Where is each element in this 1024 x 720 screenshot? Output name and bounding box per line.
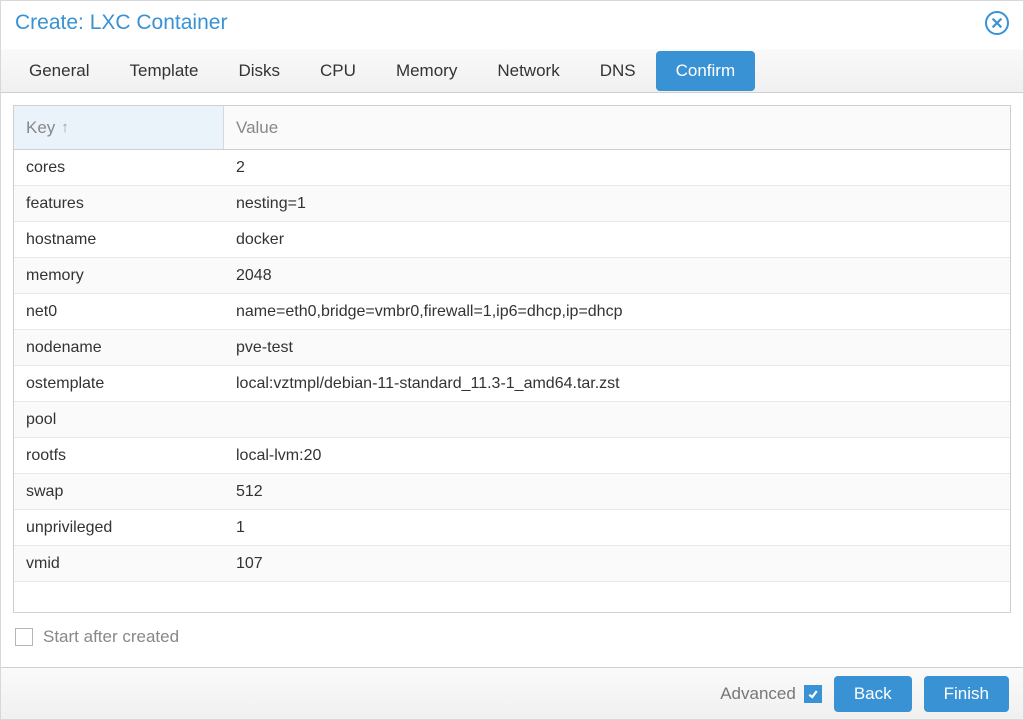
- table-row[interactable]: ostemplatelocal:vztmpl/debian-11-standar…: [14, 366, 1010, 402]
- cell-value: pve-test: [224, 330, 1010, 365]
- table-body: cores2featuresnesting=1hostnamedockermem…: [14, 150, 1010, 612]
- table-row[interactable]: vmid107: [14, 546, 1010, 582]
- cell-value: 107: [224, 546, 1010, 581]
- table-row-empty: [14, 582, 1010, 606]
- create-lxc-window: Create: LXC Container GeneralTemplateDis…: [0, 0, 1024, 720]
- table-header: Key ↑ Value: [14, 106, 1010, 150]
- confirm-panel: Key ↑ Value cores2featuresnesting=1hostn…: [1, 93, 1023, 667]
- cell-key: features: [14, 186, 224, 221]
- cell-value: 2048: [224, 258, 1010, 293]
- wizard-footer: Advanced Back Finish: [1, 667, 1023, 719]
- start-after-label: Start after created: [43, 627, 179, 647]
- tab-memory[interactable]: Memory: [376, 51, 477, 91]
- tab-network[interactable]: Network: [477, 51, 579, 91]
- titlebar: Create: LXC Container: [1, 1, 1023, 49]
- cell-key: pool: [14, 402, 224, 437]
- summary-table: Key ↑ Value cores2featuresnesting=1hostn…: [13, 105, 1011, 613]
- table-row[interactable]: featuresnesting=1: [14, 186, 1010, 222]
- cell-key: rootfs: [14, 438, 224, 473]
- advanced-checkbox[interactable]: [804, 685, 822, 703]
- tab-template[interactable]: Template: [109, 51, 218, 91]
- cell-value: 2: [224, 150, 1010, 185]
- table-row[interactable]: rootfslocal-lvm:20: [14, 438, 1010, 474]
- start-after-row: Start after created: [13, 613, 1011, 655]
- tab-disks[interactable]: Disks: [218, 51, 300, 91]
- advanced-toggle[interactable]: Advanced: [720, 684, 822, 704]
- table-row[interactable]: swap512: [14, 474, 1010, 510]
- cell-value: 1: [224, 510, 1010, 545]
- table-row[interactable]: hostnamedocker: [14, 222, 1010, 258]
- back-button[interactable]: Back: [834, 676, 912, 712]
- table-row[interactable]: nodenamepve-test: [14, 330, 1010, 366]
- column-header-key[interactable]: Key ↑: [14, 106, 224, 149]
- cell-key: hostname: [14, 222, 224, 257]
- cell-key: vmid: [14, 546, 224, 581]
- cell-value: local-lvm:20: [224, 438, 1010, 473]
- column-header-key-label: Key: [26, 118, 55, 138]
- column-header-value[interactable]: Value: [224, 106, 1010, 149]
- sort-asc-icon: ↑: [61, 119, 69, 136]
- cell-value: 512: [224, 474, 1010, 509]
- window-title: Create: LXC Container: [15, 11, 227, 35]
- cell-key: unprivileged: [14, 510, 224, 545]
- cell-key: net0: [14, 294, 224, 329]
- cell-key: swap: [14, 474, 224, 509]
- tab-cpu[interactable]: CPU: [300, 51, 376, 91]
- tab-general[interactable]: General: [9, 51, 109, 91]
- table-row[interactable]: net0name=eth0,bridge=vmbr0,firewall=1,ip…: [14, 294, 1010, 330]
- close-icon[interactable]: [985, 11, 1009, 35]
- table-row[interactable]: unprivileged1: [14, 510, 1010, 546]
- table-row[interactable]: pool: [14, 402, 1010, 438]
- cell-value: nesting=1: [224, 186, 1010, 221]
- start-after-checkbox[interactable]: [15, 628, 33, 646]
- cell-value: [224, 402, 1010, 437]
- tab-dns[interactable]: DNS: [580, 51, 656, 91]
- cell-key: nodename: [14, 330, 224, 365]
- cell-value: docker: [224, 222, 1010, 257]
- tab-confirm[interactable]: Confirm: [656, 51, 756, 91]
- cell-value: name=eth0,bridge=vmbr0,firewall=1,ip6=dh…: [224, 294, 1010, 329]
- table-row[interactable]: cores2: [14, 150, 1010, 186]
- cell-key: memory: [14, 258, 224, 293]
- cell-key: cores: [14, 150, 224, 185]
- finish-button[interactable]: Finish: [924, 676, 1009, 712]
- column-header-value-label: Value: [236, 118, 278, 138]
- advanced-label: Advanced: [720, 684, 796, 704]
- cell-key: ostemplate: [14, 366, 224, 401]
- wizard-tabs: GeneralTemplateDisksCPUMemoryNetworkDNSC…: [1, 49, 1023, 93]
- cell-value: local:vztmpl/debian-11-standard_11.3-1_a…: [224, 366, 1010, 401]
- table-row[interactable]: memory2048: [14, 258, 1010, 294]
